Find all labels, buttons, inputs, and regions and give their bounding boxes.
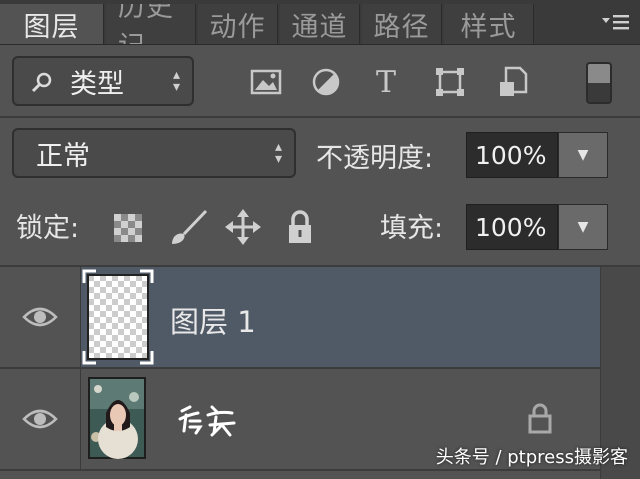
layer-name[interactable]: 图层 1 <box>170 299 256 341</box>
tab-styles[interactable]: 样式 <box>444 4 534 44</box>
spinner-arrows-icon: ▴ ▾ <box>172 67 180 95</box>
layer-row-layer1[interactable]: 图层 1 <box>0 267 600 367</box>
fill-input[interactable]: 100% <box>466 204 558 250</box>
opacity-dropdown-button[interactable]: ▼ <box>558 132 608 178</box>
adjustment-filter-icon[interactable] <box>306 62 346 102</box>
panel-menu-icon[interactable] <box>602 10 630 34</box>
divider <box>0 116 640 118</box>
chevron-down-icon: ▼ <box>577 219 589 235</box>
fill-dropdown-button[interactable]: ▼ <box>558 204 608 250</box>
spinner-arrows-icon: ▴ ▾ <box>274 139 282 167</box>
text-filter-icon[interactable]: T <box>366 62 406 102</box>
lock-image-pixels-brush-icon[interactable] <box>166 208 210 248</box>
tab-layers[interactable]: 图层 <box>0 4 104 44</box>
search-icon <box>31 72 52 93</box>
tab-paths[interactable]: 路径 <box>362 4 442 44</box>
shape-filter-icon[interactable] <box>430 62 470 102</box>
panel-tab-bar: 图层 历史记 动作 通道 路径 样式 <box>0 0 640 45</box>
lock-transparent-pixels-icon[interactable] <box>110 210 146 246</box>
tab-actions[interactable]: 动作 <box>198 4 278 44</box>
layer-thumbnail-transparent <box>82 269 154 365</box>
lock-label: 锁定: <box>16 213 80 244</box>
layer-name-handwriting[interactable] <box>176 401 240 437</box>
layer-thumbnail-photo <box>88 377 146 459</box>
lock-all-icon[interactable] <box>284 208 316 246</box>
filter-kind-dropdown[interactable]: 类型 ▴ ▾ <box>12 56 194 106</box>
opacity-input[interactable]: 100% <box>466 132 558 178</box>
fill-label: 填充: <box>380 213 444 244</box>
tab-channels[interactable]: 通道 <box>280 4 360 44</box>
filter-kind-label: 类型 <box>70 68 124 100</box>
image-filter-icon[interactable] <box>246 62 286 102</box>
chevron-down-icon: ▼ <box>577 147 589 163</box>
watermark-text: 头条号 / ptpress摄影客 <box>435 447 628 468</box>
eye-icon <box>22 409 58 429</box>
lock-position-move-icon[interactable] <box>224 208 262 246</box>
layer-locked-icon <box>528 403 552 434</box>
visibility-toggle[interactable] <box>0 267 81 367</box>
blend-mode-dropdown[interactable]: 正常 ▴ ▾ <box>12 128 296 178</box>
visibility-toggle[interactable] <box>0 369 81 469</box>
blend-mode-value: 正常 <box>36 140 90 172</box>
divider <box>0 469 600 471</box>
eye-icon <box>22 307 58 327</box>
tab-history[interactable]: 历史记 <box>106 4 196 44</box>
filter-toggle-switch[interactable] <box>586 62 612 104</box>
smart-object-filter-icon[interactable] <box>494 62 534 102</box>
opacity-label: 不透明度: <box>316 143 434 174</box>
